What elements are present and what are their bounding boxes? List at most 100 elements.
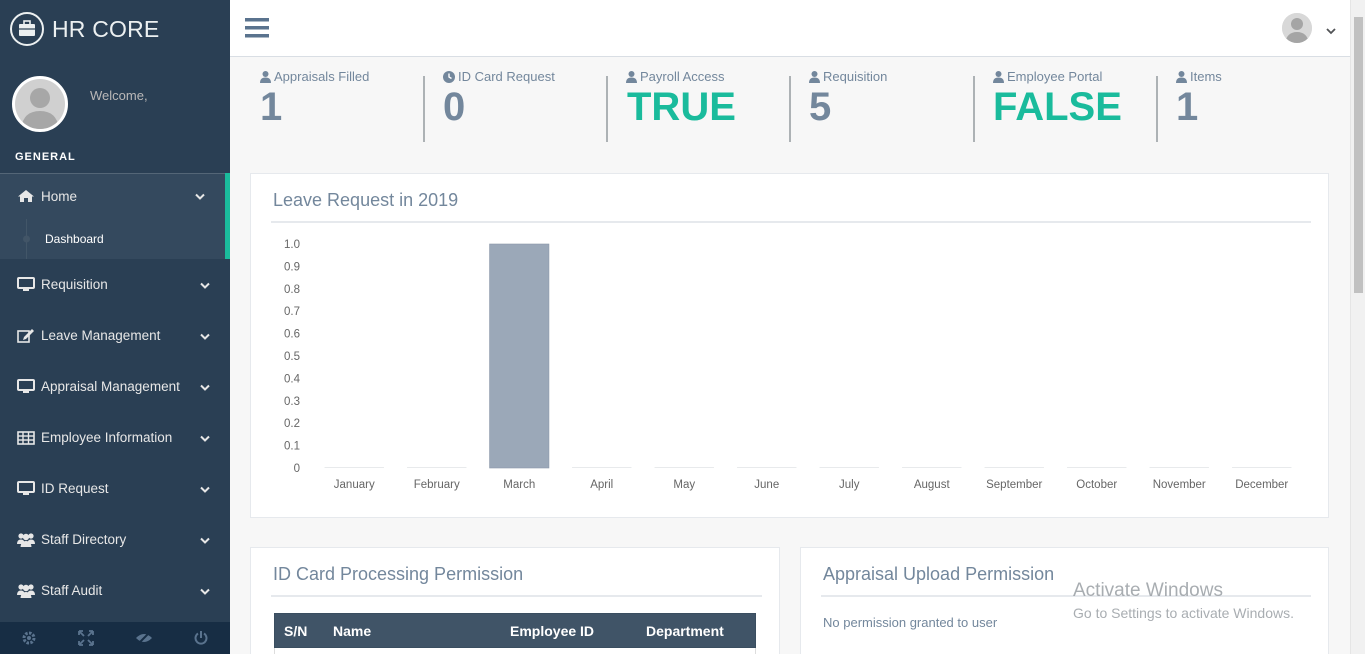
user-icon xyxy=(260,70,271,83)
home-icon xyxy=(15,189,37,203)
column-header-department[interactable]: Department xyxy=(646,623,724,639)
tile-value: 1 xyxy=(260,85,283,129)
tile-divider xyxy=(1156,76,1158,142)
sidebar-item-label: Staff Directory xyxy=(41,532,127,547)
id-card-permission-panel: ID Card Processing Permission S/N Name E… xyxy=(250,547,780,654)
y-tick-label: 0.9 xyxy=(284,261,300,273)
tile-divider xyxy=(423,76,425,142)
desktop-icon xyxy=(15,379,37,394)
tile-payroll-access: Payroll Access TRUE xyxy=(606,64,789,146)
chart-bar[interactable] xyxy=(902,467,962,468)
user-avatar[interactable] xyxy=(1282,13,1312,43)
chevron-down-icon xyxy=(200,379,210,394)
column-header-sn[interactable]: S/N xyxy=(284,623,307,639)
tile-label: Employee Portal xyxy=(1007,69,1103,84)
tile-label: Appraisals Filled xyxy=(274,69,370,84)
y-tick-label: 0.8 xyxy=(284,284,300,296)
tile-value: FALSE xyxy=(993,85,1122,129)
user-menu-chevron-icon[interactable] xyxy=(1326,22,1336,40)
chart-bar[interactable] xyxy=(737,467,797,468)
table-body xyxy=(274,648,756,654)
chart-bar[interactable] xyxy=(1149,467,1209,468)
stats-tiles: Appraisals Filled 1 ID Card Request 0 Pa… xyxy=(250,64,1330,146)
bullet-dot-icon xyxy=(23,235,30,243)
sidebar-item-staff-audit[interactable]: Staff Audit xyxy=(0,565,230,616)
x-tick-label: July xyxy=(839,479,860,491)
chart-bar[interactable] xyxy=(324,467,384,468)
settings-icon[interactable] xyxy=(0,622,58,654)
sidebar-item-label: Home xyxy=(41,188,78,204)
scrollbar-thumb[interactable] xyxy=(1354,17,1363,293)
sidebar-item-requisition[interactable]: Requisition xyxy=(0,259,230,310)
chart-bar[interactable] xyxy=(489,243,550,469)
sidebar-item-home[interactable]: Home xyxy=(0,173,230,219)
sidebar-item-label: Leave Management xyxy=(41,328,161,343)
y-tick-label: 0.5 xyxy=(284,351,300,363)
no-permission-message: No permission granted to user xyxy=(823,615,998,630)
x-tick-label: October xyxy=(1076,479,1117,491)
desktop-icon xyxy=(15,277,37,292)
chevron-down-icon xyxy=(200,481,210,496)
tile-divider xyxy=(973,76,975,142)
tile-value: 5 xyxy=(809,85,832,129)
sidebar-subitem-dashboard[interactable]: Dashboard xyxy=(0,219,230,259)
y-tick-label: 0 xyxy=(294,463,300,475)
tile-divider xyxy=(606,76,608,142)
chevron-down-icon xyxy=(200,532,210,547)
chart-bar[interactable] xyxy=(1232,467,1292,468)
sidebar-item-id-request[interactable]: ID Request xyxy=(0,463,230,514)
sidebar-item-employee-information[interactable]: Employee Information xyxy=(0,412,230,463)
y-tick-label: 0.3 xyxy=(284,396,300,408)
leave-request-chart: 0 0.1 0.2 0.3 0.4 0.5 0.6 0.7 0.8 0.9 1.0 January Fe… xyxy=(284,239,1292,491)
x-tick-label: March xyxy=(503,479,535,491)
chevron-down-icon xyxy=(200,328,210,343)
menu-section-title: GENERAL xyxy=(15,151,76,163)
x-tick-label: June xyxy=(754,479,779,491)
power-icon[interactable] xyxy=(173,622,231,654)
tile-label: Requisition xyxy=(823,69,888,84)
menu-toggle-icon[interactable] xyxy=(245,17,269,44)
fullscreen-icon[interactable] xyxy=(58,622,116,654)
tile-id-card-request: ID Card Request 0 xyxy=(423,64,606,146)
y-tick-label: 0.2 xyxy=(284,418,300,430)
desktop-icon xyxy=(15,481,37,496)
tile-label: Items xyxy=(1190,69,1222,84)
sidebar-item-leave-management[interactable]: Leave Management xyxy=(0,310,230,361)
chart-bar[interactable] xyxy=(984,467,1044,468)
chevron-down-icon xyxy=(195,189,205,204)
sidebar: HR CORE Welcome, GENERAL Home Dashboard … xyxy=(0,0,230,654)
top-navbar xyxy=(230,0,1350,57)
chart-bar[interactable] xyxy=(654,467,714,468)
page-scrollbar[interactable] xyxy=(1350,0,1365,654)
id-panel-title: ID Card Processing Permission xyxy=(273,564,524,584)
tile-value: TRUE xyxy=(627,85,736,129)
column-header-employee-id[interactable]: Employee ID xyxy=(510,623,594,639)
chart-bar[interactable] xyxy=(407,467,467,468)
brand-logo-icon xyxy=(10,12,44,46)
chart-bar[interactable] xyxy=(572,467,632,468)
chart-bar[interactable] xyxy=(1067,467,1127,468)
user-icon xyxy=(1176,70,1187,83)
x-tick-label: February xyxy=(414,479,460,491)
column-header-name[interactable]: Name xyxy=(333,623,371,639)
sidebar-item-label: Employee Information xyxy=(41,430,173,445)
y-tick-label: 0.6 xyxy=(284,329,300,341)
tile-employee-portal: Employee Portal FALSE xyxy=(973,64,1156,146)
x-tick-label: September xyxy=(986,479,1042,491)
appraisal-panel-title: Appraisal Upload Permission xyxy=(823,564,1055,584)
x-tick-label: August xyxy=(914,479,951,491)
tile-value: 0 xyxy=(443,85,466,129)
x-tick-label: April xyxy=(590,479,613,491)
sidebar-item-appraisal-management[interactable]: Appraisal Management xyxy=(0,361,230,412)
tile-value: 1 xyxy=(1176,85,1199,129)
tile-requisition: Requisition 5 xyxy=(789,64,973,146)
user-icon xyxy=(993,70,1004,83)
users-icon xyxy=(15,583,37,598)
edit-icon xyxy=(15,328,37,343)
chart-bar[interactable] xyxy=(819,467,879,468)
hide-icon[interactable] xyxy=(115,622,173,654)
brand[interactable]: HR CORE xyxy=(10,12,159,46)
welcome-text: Welcome, xyxy=(90,88,148,103)
sidebar-item-label: Requisition xyxy=(41,277,108,292)
sidebar-item-staff-directory[interactable]: Staff Directory xyxy=(0,514,230,565)
